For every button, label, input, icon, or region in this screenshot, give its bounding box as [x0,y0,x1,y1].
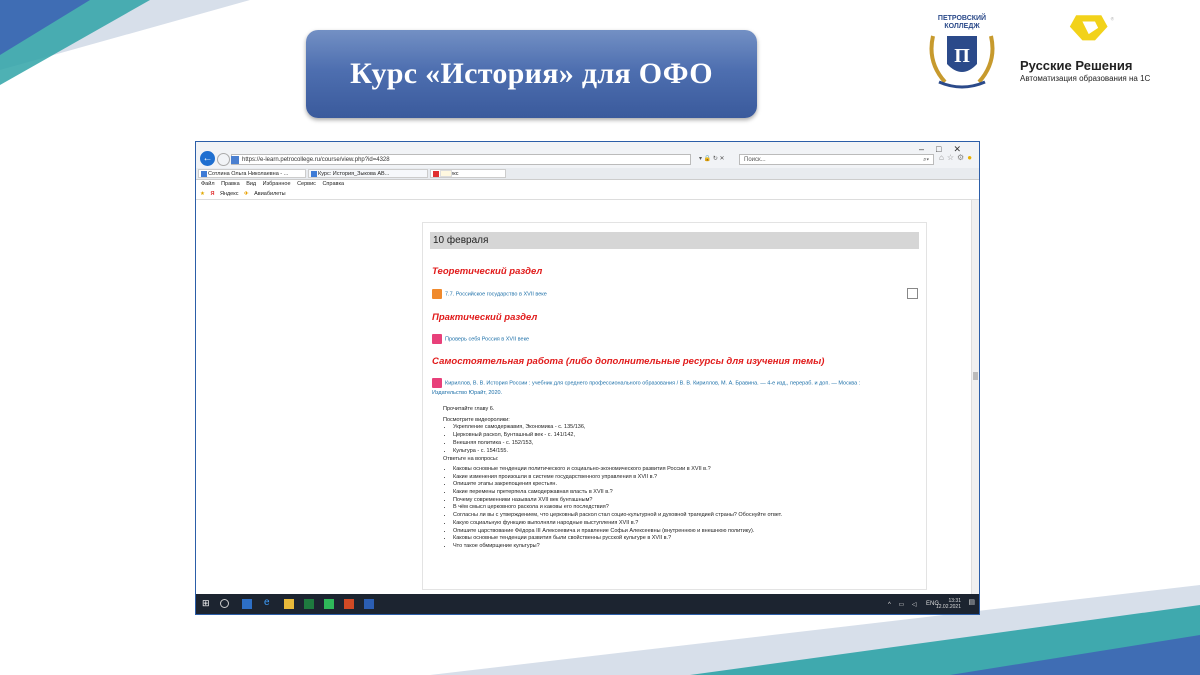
toolbar-icons[interactable]: ⌂☆⚙● [939,153,975,162]
activity-practice[interactable]: Проверь себя Россия в XVII веке [432,334,529,344]
address-tools[interactable]: ▾ 🔒 ↻ ✕ [699,155,725,162]
outlook-icon[interactable] [242,599,252,609]
quiz-icon [432,334,442,344]
address-url: https://e-learn.petrocollege.ru/course/v… [242,157,390,163]
section-practice-heading: Практический раздел [432,312,538,323]
fav-avia[interactable]: ✈ Авиабилеты [244,191,286,197]
list-item: Какие перемены претерпела самодержавная … [453,489,782,497]
list-item: Каковы основные тенденции политического … [453,466,782,474]
watch-instruction: Посмотрите видеоролики: [443,416,510,423]
list-item: Внешняя политика - с. 152/153, [453,440,782,448]
site-favicon-icon [231,156,239,164]
address-bar[interactable]: https://e-learn.petrocollege.ru/course/v… [231,154,691,165]
list-item: Согласны ли вы с утверждением, что церко… [453,512,782,520]
new-tab-button[interactable] [440,170,452,177]
notification-icon[interactable]: ▤ [968,599,975,606]
completion-checkbox[interactable] [907,288,918,299]
yandex-icon [433,171,439,177]
assignment-text: Прочитайте главу 6. Посмотрите видеороли… [443,406,782,551]
top-left-decoration [0,0,250,85]
section-date: 10 февраля [430,232,919,249]
svg-text:®: ® [1111,16,1115,21]
slide-title: Курс «История» для ОФО [350,57,713,90]
explorer-icon[interactable] [284,599,294,609]
menu-file[interactable]: Файл [201,181,215,187]
list-item: В чём смысл церковного раскола и каковы … [453,504,782,512]
browser-screenshot: –□✕ ← https://e-learn.petrocollege.ru/co… [195,141,980,615]
menu-favorites[interactable]: Избранное [263,181,291,187]
scroll-thumb[interactable] [973,372,978,380]
back-button[interactable]: ← [200,151,215,166]
list-item: Опишите этапы закрепощения крестьян. [453,481,782,489]
powerpoint-icon[interactable] [344,599,354,609]
course-section-card: 10 февраля Теоретический раздел 7.7. Рос… [422,222,927,590]
svg-text:КОЛЛЕДЖ: КОЛЛЕДЖ [944,23,980,30]
menu-view[interactable]: Вид [246,181,256,187]
search-placeholder: Поиск... [744,157,766,163]
tab-1[interactable]: Сотлина Ольга Николаевна - ... [198,169,306,178]
menu-tools[interactable]: Сервис [297,181,316,187]
list-item: Церковный раскол, Бунташный век - с. 141… [453,432,782,440]
page-content: 10 февраля Теоретический раздел 7.7. Рос… [196,200,979,596]
search-icon[interactable]: ⌕▾ [923,155,929,166]
menu-help[interactable]: Справка [322,181,344,187]
list-item: Культура - с. 154/155. [453,448,782,456]
answer-instruction: Ответьте на вопросы: [443,456,499,463]
list-item: Укрепление самодержавия, Экономика - с. … [453,424,782,432]
fav-yandex[interactable]: Я Яндекс [210,191,238,197]
start-icon[interactable]: ⊞ [202,598,212,608]
list-item: Почему современники называли XVII век бу… [453,497,782,505]
favorites-star-icon[interactable]: ★ [200,191,205,197]
list-item: Какую социальную функцию выполняли народ… [453,520,782,528]
moodle-icon [311,171,317,177]
browser-toolbar: –□✕ ← https://e-learn.petrocollege.ru/co… [196,142,979,168]
activity-theory[interactable]: 7.7. Российское государство в XVII веке [432,289,547,299]
moodle-icon [201,171,207,177]
question-list: Каковы основные тенденции политического … [443,466,782,551]
activity-self[interactable]: Кириллов, В. В. История России : учебник… [432,378,902,388]
search-icon[interactable] [220,599,229,608]
search-input[interactable]: Поиск... ⌕▾ [739,154,934,165]
menu-bar: Файл Правка Вид Избранное Сервис Справка [196,180,979,189]
forward-button[interactable] [217,153,230,166]
svg-text:П: П [954,45,970,67]
svg-text:ПЕТРОВСКИЙ: ПЕТРОВСКИЙ [938,13,986,22]
tray-icons[interactable]: ^ ▭ ◁ [888,601,919,608]
read-instruction: Прочитайте главу 6. [443,406,495,412]
vertical-scrollbar[interactable] [971,200,979,596]
resource-icon [432,378,442,388]
title-banner: Курс «История» для ОФО [306,30,757,118]
list-item: Какие изменения произошли в системе госу… [453,474,782,482]
menu-edit[interactable]: Правка [221,181,240,187]
excel-icon[interactable] [304,599,314,609]
edge-icon[interactable]: e [264,597,274,608]
section-theory-heading: Теоретический раздел [432,266,543,277]
russkie-resheniya-logo: ® [1069,15,1115,41]
video-list: Укрепление самодержавия, Экономика - с. … [443,424,782,455]
smiley-icon[interactable]: ● [967,153,975,162]
clock[interactable]: 13:31 12.02.2021 [936,598,961,610]
list-item: Что такое обмирщение культуры? [453,543,782,551]
activity-self-line2[interactable]: Издательство Юрайт, 2020. [432,389,502,397]
petrovsky-college-logo: ПЕТРОВСКИЙ КОЛЛЕДЖ П [929,13,995,89]
windows-taskbar: ⊞ e ^ ▭ ◁ ENG 13:31 12.02.2021 ▤ [196,594,979,614]
section-self-heading: Самостоятельная работа (либо дополнитель… [432,356,825,367]
tab-strip: Сотлина Ольга Николаевна - ... Курс: Ист… [196,168,979,180]
logo-right-subtitle: Автоматизация образования на 1С [1020,74,1151,83]
logo-right-name: Русские Решения [1020,58,1133,73]
favorites-bar: ★ Я Яндекс ✈ Авиабилеты [196,190,979,200]
word-icon[interactable] [364,599,374,609]
lesson-icon [432,289,442,299]
project-icon[interactable] [324,599,334,609]
list-item: Каковы основные тенденции развития были … [453,535,782,543]
tab-2[interactable]: Курс: История_Зыкова АВ... [308,169,428,178]
